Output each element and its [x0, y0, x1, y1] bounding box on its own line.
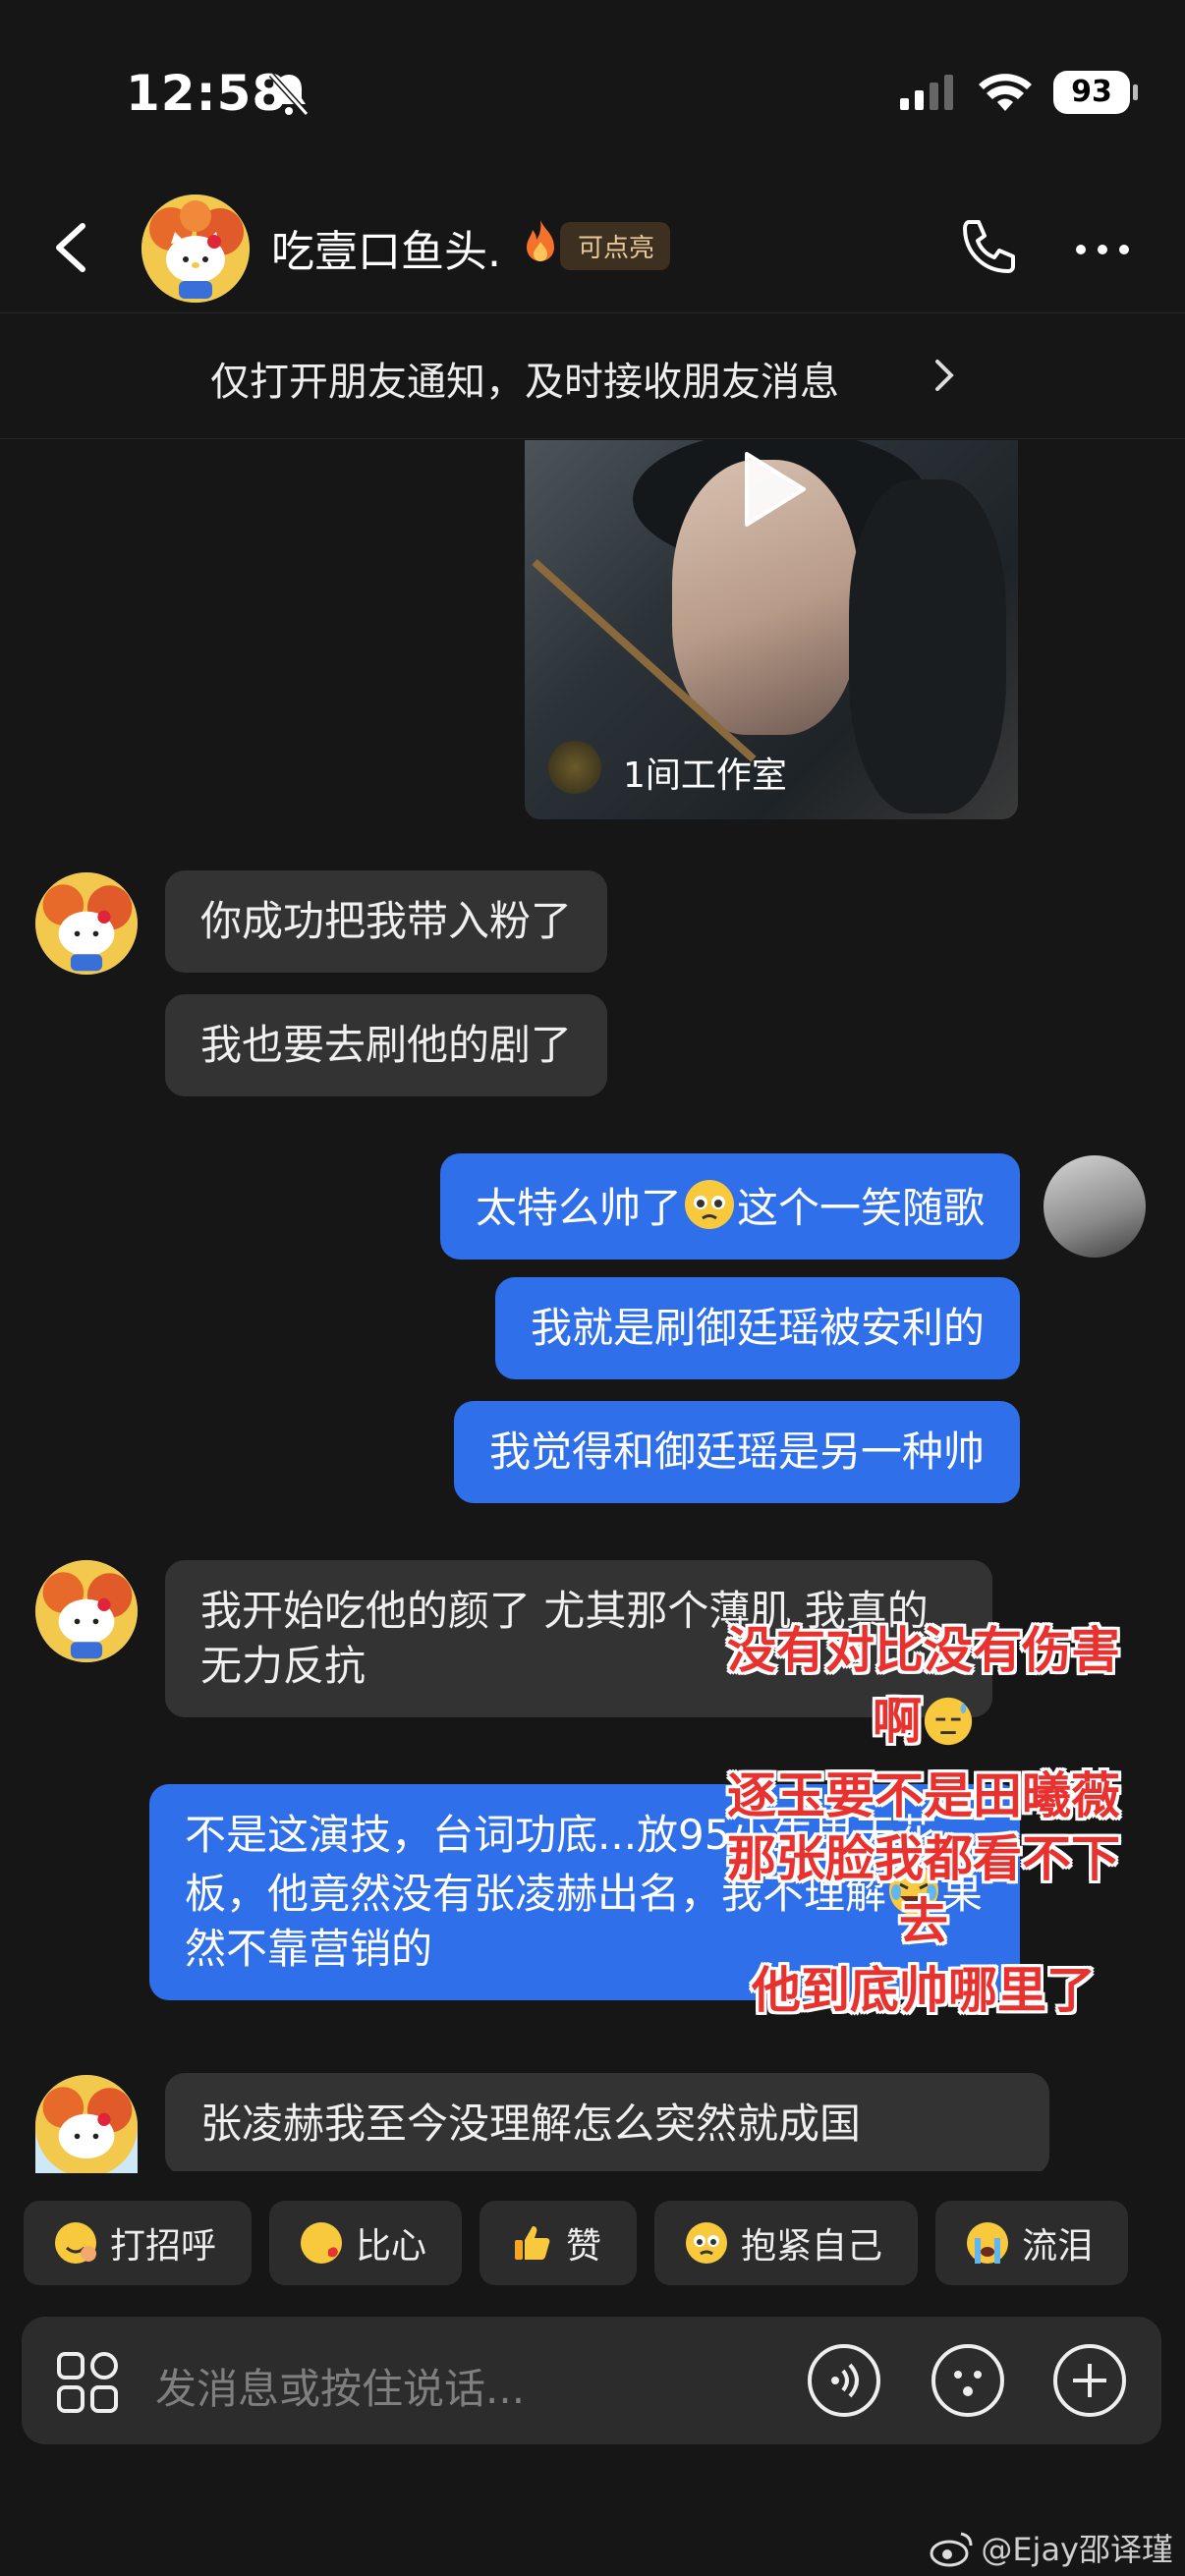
contact-avatar[interactable]: [141, 195, 250, 303]
overlay-line: 没有对比没有伤害: [727, 1622, 1120, 1679]
contact-message-avatar[interactable]: [35, 2075, 138, 2173]
pleading-face-emoji-icon: [686, 2222, 728, 2264]
overlay-line: 逐玉要不是田曦薇: [727, 1767, 1120, 1824]
message-input-bar: 发消息或按住说话...: [22, 2317, 1161, 2444]
overlay-line: 去: [899, 1893, 948, 1950]
message-bubble-outgoing[interactable]: 我觉得和御廷瑶是另一种帅: [453, 1401, 1020, 1503]
quick-reply-greet[interactable]: 打招呼: [24, 2201, 253, 2285]
chip-label: 流泪: [1022, 2226, 1094, 2267]
my-avatar[interactable]: [1044, 1155, 1146, 1258]
chat-header: 吃壹口鱼头. 可点亮: [0, 187, 1185, 313]
video-author-avatar: [548, 741, 601, 794]
status-indicators: 93: [898, 71, 1138, 114]
signal-icon: [900, 75, 953, 110]
message-bubble-incoming[interactable]: 你成功把我带入粉了: [165, 870, 608, 973]
overlay-line: 那张脸我都看不下: [727, 1830, 1120, 1887]
chip-label: 比心: [356, 2226, 427, 2267]
sweat-face-emoji-icon: [924, 1697, 973, 1746]
message-input[interactable]: 发消息或按住说话...: [155, 2356, 525, 2416]
battery-indicator: 93: [1053, 71, 1138, 114]
overlay-annotation: 没有对比没有伤害 啊 逐玉要不是田曦薇 那张脸我都看不下 去 他到底帅哪里了: [678, 1619, 1169, 2022]
quick-reply-heart[interactable]: 比心: [269, 2201, 463, 2285]
fire-icon: [527, 220, 554, 261]
contact-message-avatar[interactable]: [35, 1560, 138, 1662]
shared-video-card[interactable]: 1间工作室: [525, 440, 1018, 819]
message-text: 这个一笑随歌: [736, 1184, 985, 1232]
back-icon[interactable]: [43, 216, 102, 279]
hello-kitty-avatar-icon: [35, 1560, 138, 1662]
light-up-badge[interactable]: 可点亮: [560, 222, 671, 270]
status-time: 12:58: [126, 65, 288, 122]
hello-kitty-avatar-icon: [141, 195, 250, 303]
overlay-line-with-emoji: 啊: [678, 1690, 1169, 1753]
notify-text: 仅打开朋友通知，及时接收朋友消息: [210, 360, 839, 405]
quick-reply-cry[interactable]: 流泪: [935, 2201, 1129, 2285]
apps-grid-icon[interactable]: [55, 2350, 120, 2415]
watermark: @Ejay邵译瑾: [930, 2525, 1173, 2570]
weibo-logo-icon: [930, 2532, 973, 2567]
thumbs-up-icon: [515, 2226, 550, 2260]
contact-message-avatar[interactable]: [35, 872, 138, 975]
emoji-icon[interactable]: [930, 2342, 1006, 2419]
more-icon[interactable]: [1073, 238, 1132, 261]
heart-hands-emoji-icon: [301, 2222, 343, 2264]
bell-off-icon: [268, 72, 310, 117]
message-bubble-incoming[interactable]: 张凌赫我至今没理解怎么突然就成国: [165, 2073, 1049, 2171]
wifi-icon: [979, 74, 1032, 111]
friend-notify-banner[interactable]: 仅打开朋友通知，及时接收朋友消息: [0, 314, 1185, 439]
message-text: 太特么帅了: [475, 1184, 682, 1232]
chip-label: 抱紧自己: [741, 2226, 883, 2267]
phone-icon[interactable]: [955, 216, 1020, 281]
add-icon[interactable]: [1051, 2342, 1128, 2419]
overlay-line: 他到底帅哪里了: [752, 1962, 1096, 2019]
chip-label: 赞: [566, 2226, 602, 2267]
contact-name[interactable]: 吃壹口鱼头.: [271, 216, 501, 279]
message-bubble-incoming[interactable]: 我也要去刷他的剧了: [165, 994, 608, 1096]
message-bubble-outgoing[interactable]: 我就是刷御廷瑶被安利的: [494, 1277, 1020, 1379]
greeting-emoji-icon: [55, 2222, 96, 2264]
hello-kitty-avatar-icon: [35, 872, 138, 975]
watermark-text: @Ejay邵译瑾: [981, 2531, 1173, 2568]
quick-reply-row: 打招呼 比心 赞 抱紧自己 流泪: [24, 2201, 1129, 2285]
voice-icon[interactable]: [806, 2342, 882, 2419]
crying-face-emoji-icon: [967, 2222, 1009, 2264]
overlay-line: 啊: [873, 1693, 922, 1750]
quick-reply-like[interactable]: 赞: [480, 2201, 638, 2285]
chip-label: 打招呼: [110, 2226, 217, 2267]
chevron-right-icon: [935, 360, 954, 391]
pleading-face-emoji-icon: [684, 1180, 734, 1229]
message-clip: 张凌赫我至今没理解怎么突然就成国: [165, 2073, 1049, 2171]
play-icon[interactable]: [739, 450, 808, 529]
quick-reply-hug[interactable]: 抱紧自己: [654, 2201, 919, 2285]
message-bubble-outgoing[interactable]: 太特么帅了 这个一笑随歌: [439, 1153, 1020, 1260]
video-author-label: 1间工作室: [623, 756, 787, 796]
video-thumbnail-shade: [849, 479, 1006, 813]
hello-kitty-avatar-icon: [35, 2075, 138, 2173]
